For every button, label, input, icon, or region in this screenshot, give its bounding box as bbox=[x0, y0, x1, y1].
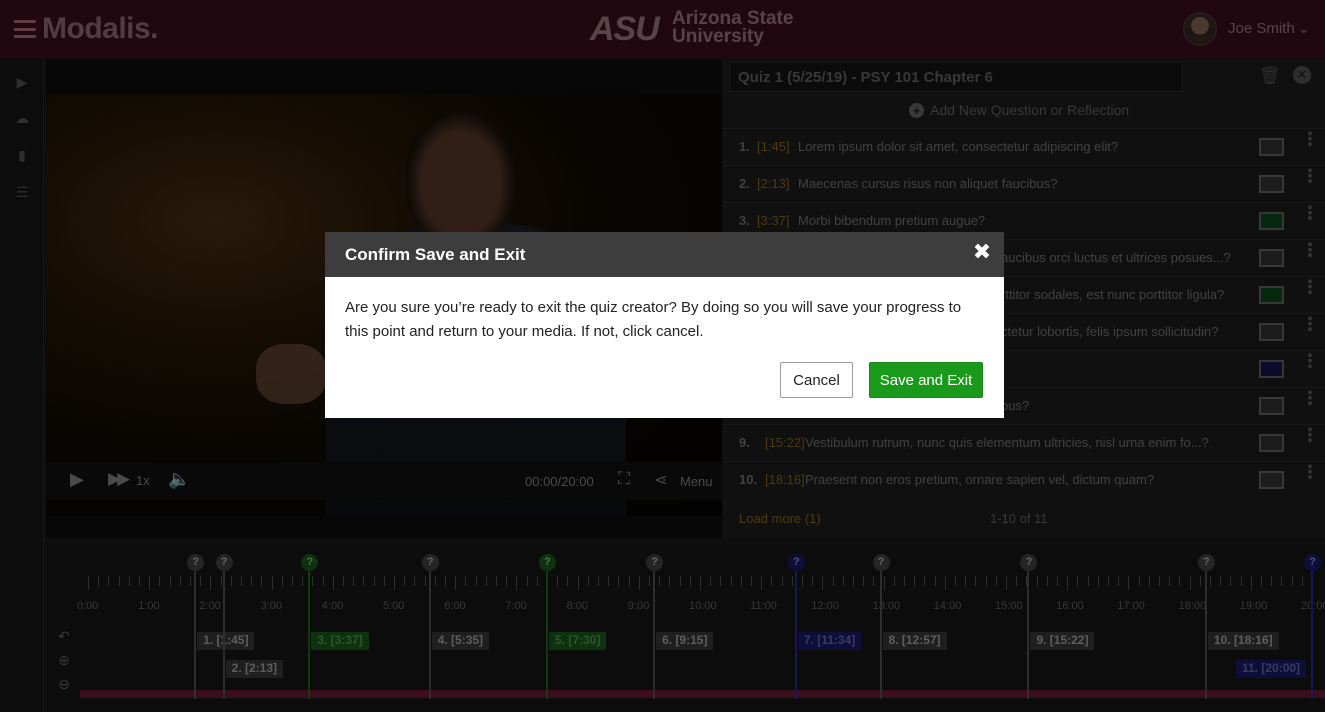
dialog-message: Are you sure you’re ready to exit the qu… bbox=[345, 299, 962, 340]
cancel-button[interactable]: Cancel bbox=[780, 362, 853, 398]
save-and-exit-button[interactable]: Save and Exit bbox=[869, 362, 983, 398]
confirm-save-dialog: Confirm Save and Exit ✖ Are you sure you… bbox=[325, 232, 1004, 418]
dialog-title: Confirm Save and Exit bbox=[345, 245, 526, 264]
close-icon[interactable]: ✖ bbox=[971, 241, 993, 263]
dialog-header: Confirm Save and Exit ✖ bbox=[325, 232, 1004, 277]
